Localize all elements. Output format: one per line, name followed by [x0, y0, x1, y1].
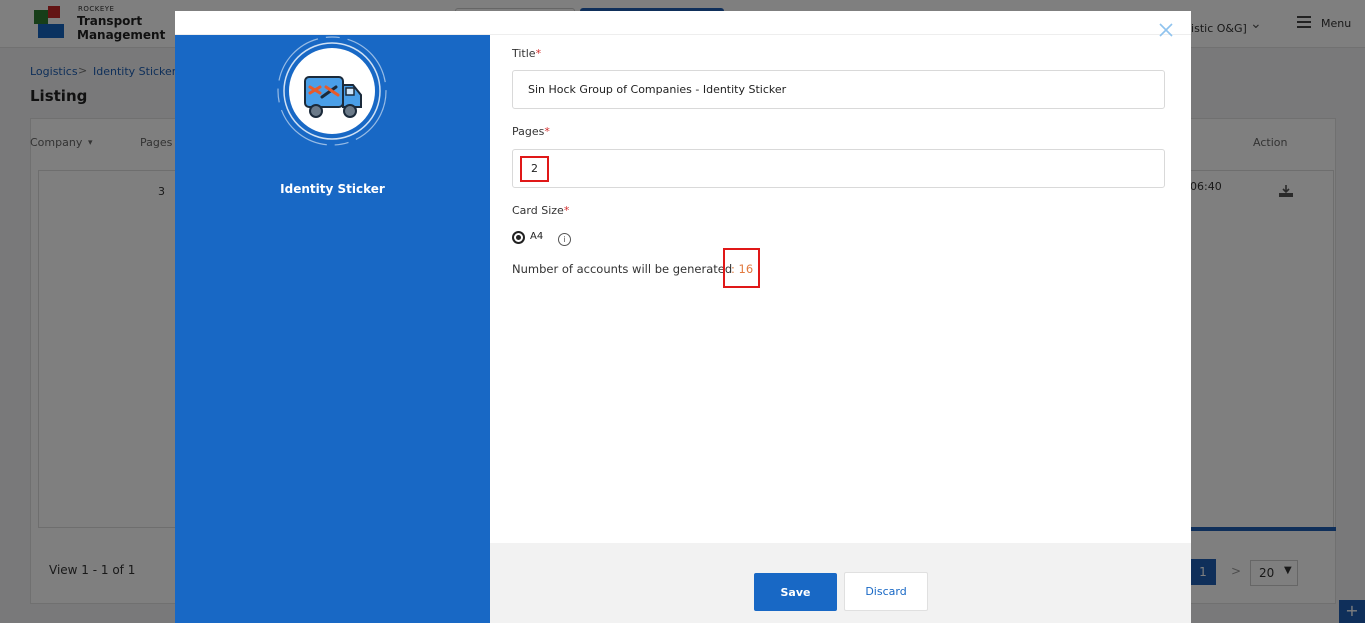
accounts-count-value: : 16	[731, 262, 754, 276]
save-button[interactable]: Save	[754, 573, 837, 611]
modal-side-panel: Identity Sticker	[175, 35, 490, 623]
card-size-a4-label[interactable]: A4	[530, 231, 543, 242]
discard-button[interactable]: Discard	[844, 572, 928, 611]
card-size-label: Card Size*	[512, 204, 570, 217]
modal-form: Title* Pages* Card Size* A4 i Number of …	[490, 35, 1191, 543]
close-icon[interactable]	[1159, 23, 1173, 37]
modal-topbar	[175, 11, 1191, 35]
info-icon[interactable]: i	[558, 233, 571, 246]
pages-input[interactable]	[512, 149, 1165, 188]
pages-label: Pages*	[512, 125, 550, 138]
side-panel-title: Identity Sticker	[280, 182, 385, 196]
accounts-count-label: Number of accounts will be generated	[512, 262, 733, 276]
required-mark: *	[535, 47, 542, 60]
truck-wrench-icon	[277, 36, 387, 146]
title-label: Title*	[512, 47, 542, 60]
title-input[interactable]	[512, 70, 1165, 109]
required-mark: *	[563, 204, 570, 217]
modal-footer: Save Discard	[490, 543, 1191, 623]
card-size-a4-radio[interactable]	[512, 231, 525, 244]
identity-sticker-modal: Identity Sticker Title* Pages* Card Size…	[175, 11, 1191, 623]
required-mark: *	[544, 125, 550, 138]
